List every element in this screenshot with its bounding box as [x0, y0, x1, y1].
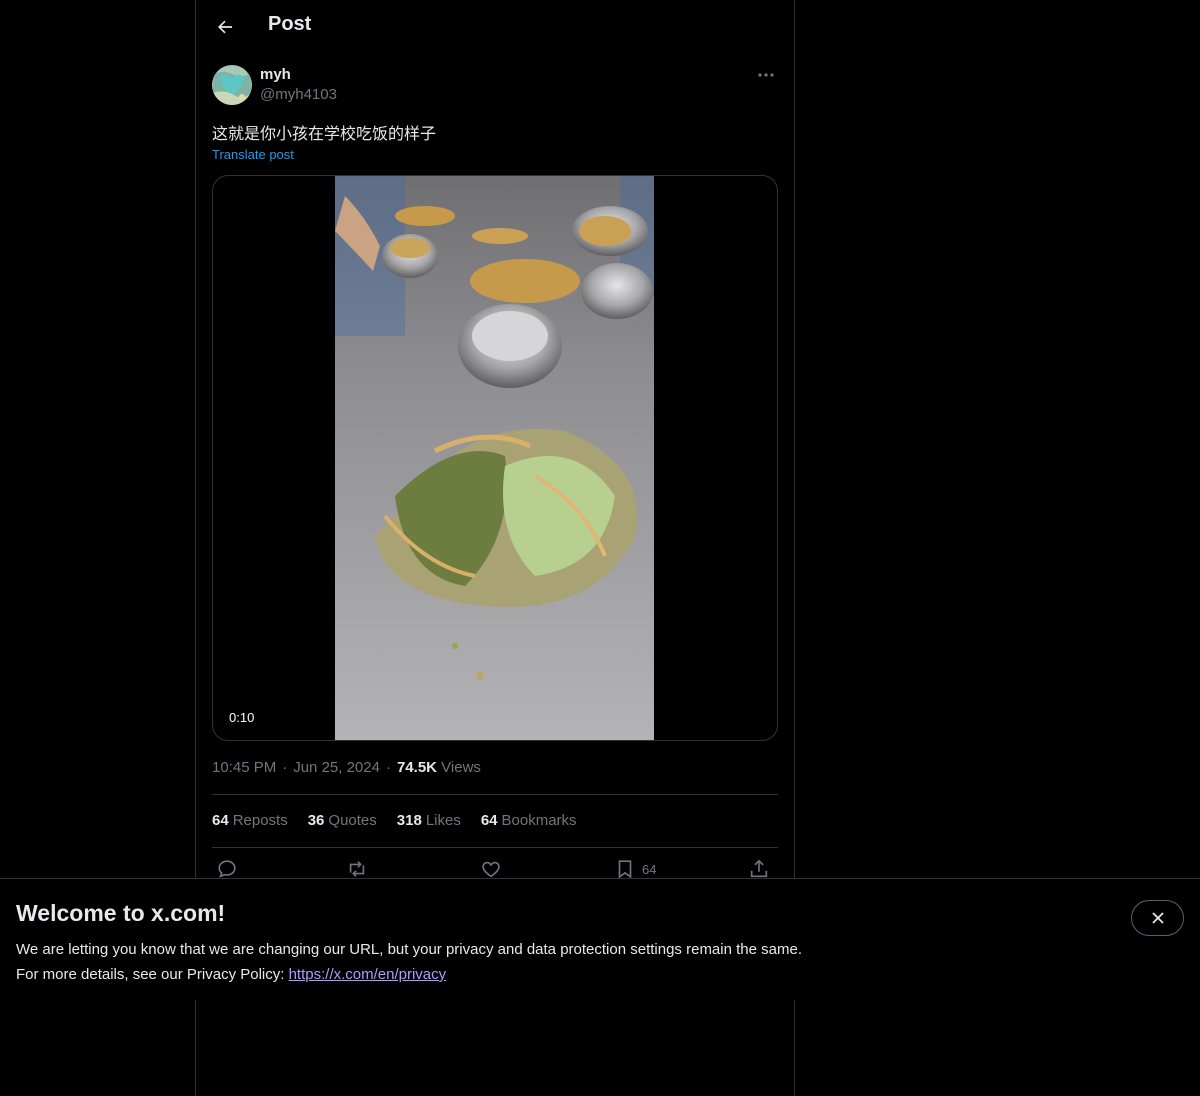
banner-line-1: We are letting you know that we are chan… — [16, 941, 802, 958]
stat-likes[interactable]: 318 Likes — [397, 812, 461, 829]
repost-icon — [349, 861, 365, 877]
bookmark-icon — [618, 860, 632, 879]
avatar[interactable] — [212, 65, 252, 105]
banner-title: Welcome to x.com! — [16, 900, 226, 926]
video-duration: 0:10 — [225, 709, 259, 726]
welcome-banner: Welcome to x.com! We are letting you kno… — [0, 878, 1200, 1000]
back-button[interactable] — [208, 10, 242, 44]
post-date[interactable]: Jun 25, 2024 — [293, 759, 380, 776]
privacy-policy-link[interactable]: https://x.com/en/privacy — [289, 966, 447, 983]
divider — [212, 847, 778, 848]
stat-reposts[interactable]: 64 Reposts — [212, 812, 288, 829]
video-thumbnail — [335, 176, 654, 740]
back-arrow-icon — [218, 20, 233, 34]
translate-post-link[interactable]: Translate post — [212, 147, 294, 162]
meta-separator: · — [385, 759, 391, 776]
share-button[interactable] — [748, 858, 770, 880]
post-author: myh @myh4103 — [212, 65, 778, 107]
reply-icon — [218, 860, 236, 878]
reply-button[interactable] — [216, 858, 238, 880]
like-button[interactable] — [480, 858, 502, 880]
banner-text: We are letting you know that we are chan… — [16, 937, 1096, 987]
close-icon — [1151, 912, 1164, 924]
more-options-button[interactable] — [754, 65, 778, 85]
stat-bookmarks[interactable]: 64 Bookmarks — [481, 812, 577, 829]
views-count: 74.5K — [396, 759, 437, 776]
banner-line-2: For more details, see our Privacy Policy… — [16, 966, 447, 983]
more-icon — [758, 73, 774, 77]
repost-button[interactable] — [346, 858, 368, 880]
page-title: Post — [268, 13, 312, 35]
post-header: Post — [196, 0, 794, 53]
like-icon — [482, 861, 500, 878]
author-display-name[interactable]: myh — [260, 66, 291, 83]
video-player[interactable]: 0:10 — [212, 175, 778, 741]
bookmark-count: 64 — [642, 861, 657, 877]
bookmark-button[interactable]: 64 — [614, 858, 656, 880]
divider — [212, 794, 778, 795]
share-icon — [750, 859, 768, 878]
stat-quotes[interactable]: 36 Quotes — [308, 812, 377, 829]
post-text: 这就是你小孩在学校吃饭的样子 — [212, 124, 437, 143]
meta-separator: · — [282, 759, 288, 776]
banner-close-button[interactable] — [1131, 900, 1184, 936]
post-stats: 64 Reposts 36 Quotes 318 Likes 64 Bookmarks — [212, 812, 577, 829]
post-meta: 10:45 PM · Jun 25, 2024 · 74.5K Views — [212, 759, 481, 776]
post-time[interactable]: 10:45 PM — [212, 759, 276, 776]
views-label: Views — [441, 759, 481, 776]
author-handle[interactable]: @myh4103 — [260, 86, 337, 103]
